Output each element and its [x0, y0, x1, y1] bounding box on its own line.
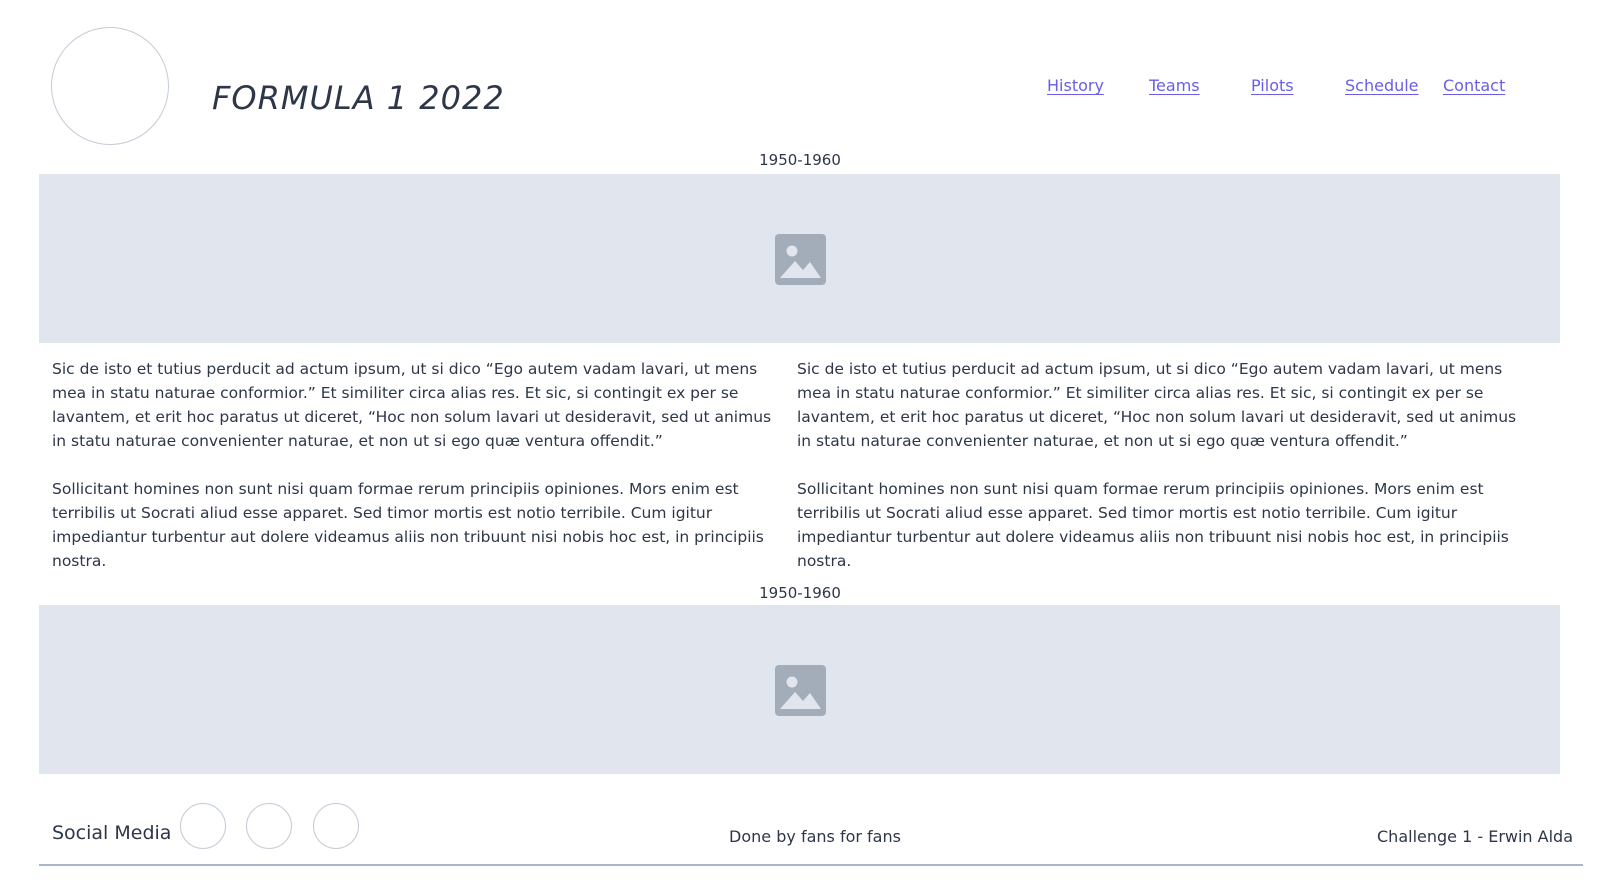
- footer-tagline: Done by fans for fans: [729, 827, 901, 846]
- paragraph: Sic de isto et tutius perducit ad actum …: [797, 360, 1517, 450]
- nav-link-schedule[interactable]: Schedule: [1345, 76, 1419, 95]
- text-column-left: Sic de isto et tutius perducit ad actum …: [52, 357, 789, 597]
- footer-credit: Challenge 1 - Erwin Alda: [1377, 827, 1573, 846]
- image-placeholder-icon: [775, 234, 826, 285]
- nav-link-contact[interactable]: Contact: [1443, 76, 1505, 95]
- section-label: 1950-1960: [759, 151, 841, 169]
- section-label: 1950-1960: [759, 584, 841, 602]
- paragraph: Sollicitant homines non sunt nisi quam f…: [797, 480, 1509, 570]
- image-placeholder-banner: [39, 174, 1560, 343]
- image-placeholder-icon: [775, 665, 826, 716]
- text-column-right: Sic de isto et tutius perducit ad actum …: [797, 357, 1534, 597]
- nav-link-teams[interactable]: Teams: [1149, 76, 1200, 95]
- site-header: FORMULA 1 2022 History Teams Pilots Sche…: [0, 0, 1600, 150]
- paragraph: Sollicitant homines non sunt nisi quam f…: [52, 480, 764, 570]
- paragraph: Sic de isto et tutius perducit ad actum …: [52, 360, 772, 450]
- image-placeholder-banner: [39, 605, 1560, 774]
- nav-link-history[interactable]: History: [1047, 76, 1104, 95]
- logo-placeholder-circle[interactable]: [51, 27, 169, 145]
- site-title: FORMULA 1 2022: [212, 79, 505, 117]
- footer-divider: [39, 864, 1583, 866]
- nav-link-pilots[interactable]: Pilots: [1251, 76, 1294, 95]
